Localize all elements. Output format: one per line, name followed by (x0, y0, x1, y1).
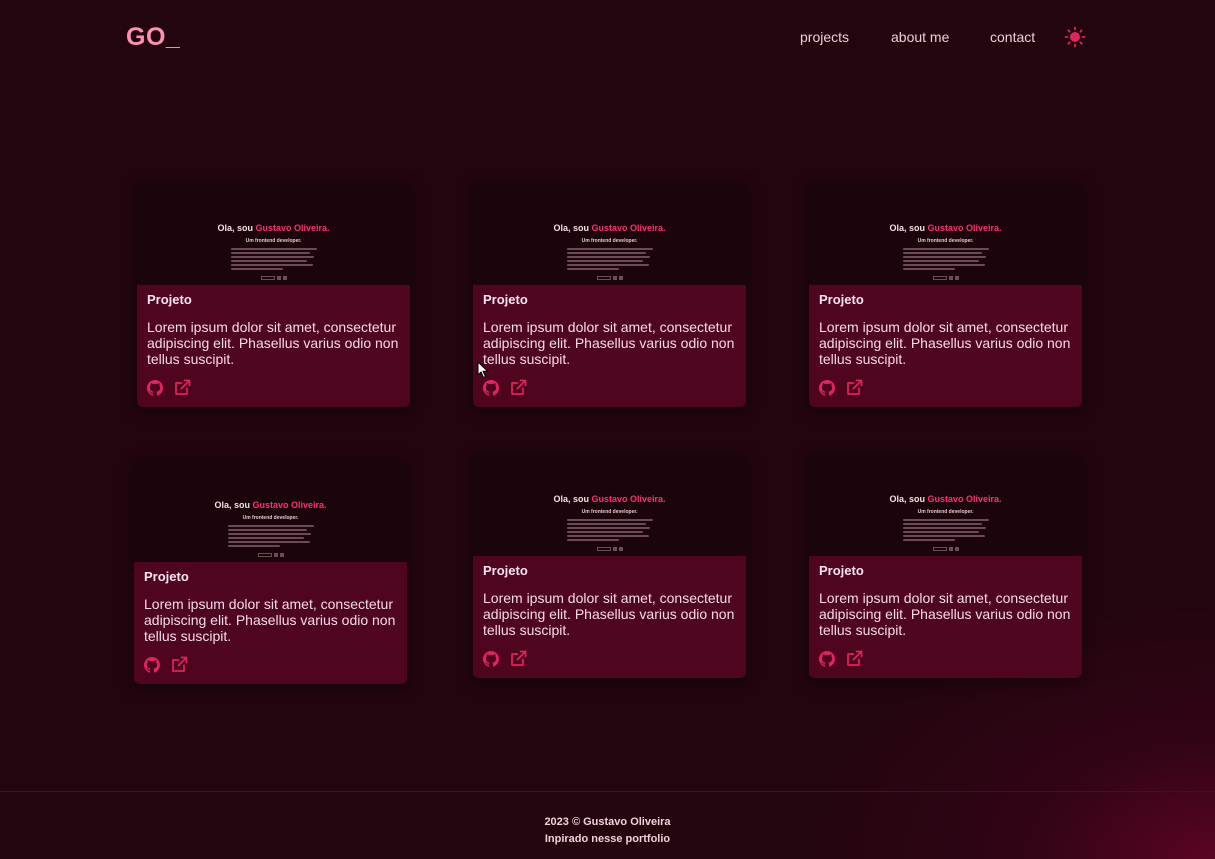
external-link-icon[interactable] (846, 379, 863, 396)
thumbnail-text-lines (567, 248, 653, 272)
thumbnail-buttons (258, 553, 288, 557)
site-header: GO_ projects about me contact (0, 0, 1215, 76)
project-card[interactable]: Ola, sou Gustavo Oliveira. Um frontend d… (473, 181, 746, 407)
github-icon[interactable] (483, 651, 499, 667)
project-card[interactable]: Ola, sou Gustavo Oliveira. Um frontend d… (473, 452, 746, 678)
project-description: Lorem ipsum dolor sit amet, consectetur … (147, 319, 399, 367)
site-footer: 2023 © Gustavo Oliveira Inpirado nesse p… (0, 791, 1215, 859)
project-title: Projeto (819, 563, 864, 578)
project-description: Lorem ipsum dolor sit amet, consectetur … (144, 596, 396, 644)
site-logo[interactable]: GO_ (126, 23, 180, 52)
project-title: Projeto (144, 569, 189, 584)
project-thumbnail[interactable]: Ola, sou Gustavo Oliveira. Um frontend d… (809, 181, 1082, 285)
nav-contact-link[interactable]: contact (990, 29, 1035, 45)
thumbnail-subtitle: Um frontend developer. (242, 515, 299, 521)
project-thumbnail[interactable]: Ola, sou Gustavo Oliveira. Um frontend d… (137, 181, 410, 285)
thumbnail-greeting: Ola, sou (553, 223, 589, 233)
project-description: Lorem ipsum dolor sit amet, consectetur … (483, 319, 735, 367)
project-title: Projeto (483, 292, 528, 307)
thumbnail-greeting: Ola, sou (889, 494, 925, 504)
project-description: Lorem ipsum dolor sit amet, consectetur … (483, 590, 735, 638)
thumbnail-name: Gustavo Oliveira. (252, 500, 327, 510)
external-link-icon[interactable] (510, 650, 527, 667)
thumbnail-name: Gustavo Oliveira. (927, 223, 1002, 233)
thumbnail-heading: Ola, sou Gustavo Oliveira. (134, 500, 407, 510)
thumbnail-subtitle: Um frontend developer. (581, 509, 638, 515)
external-link-icon[interactable] (171, 656, 188, 673)
thumbnail-heading: Ola, sou Gustavo Oliveira. (473, 223, 746, 233)
thumbnail-text-lines (228, 525, 314, 549)
thumbnail-subtitle: Um frontend developer. (917, 238, 974, 244)
thumbnail-buttons (933, 276, 963, 280)
thumbnail-text-lines (231, 248, 317, 272)
github-icon[interactable] (144, 657, 160, 673)
thumbnail-name: Gustavo Oliveira. (591, 494, 666, 504)
project-thumbnail[interactable]: Ola, sou Gustavo Oliveira. Um frontend d… (473, 181, 746, 285)
github-icon[interactable] (819, 651, 835, 667)
nav-about-link[interactable]: about me (891, 29, 949, 45)
thumbnail-greeting: Ola, sou (889, 223, 925, 233)
project-title: Projeto (147, 292, 192, 307)
footer-credit-link[interactable]: Inpirado nesse portfolio (0, 833, 1215, 845)
thumbnail-name: Gustavo Oliveira. (927, 494, 1002, 504)
thumbnail-buttons (261, 276, 291, 280)
external-link-icon[interactable] (174, 379, 191, 396)
project-description: Lorem ipsum dolor sit amet, consectetur … (819, 319, 1071, 367)
github-icon[interactable] (483, 380, 499, 396)
thumbnail-name: Gustavo Oliveira. (255, 223, 330, 233)
thumbnail-subtitle: Um frontend developer. (917, 509, 974, 515)
mouse-cursor-icon (477, 361, 488, 378)
project-card[interactable]: Ola, sou Gustavo Oliveira. Um frontend d… (809, 452, 1082, 678)
thumbnail-subtitle: Um frontend developer. (245, 238, 302, 244)
project-thumbnail[interactable]: Ola, sou Gustavo Oliveira. Um frontend d… (134, 458, 407, 562)
thumbnail-greeting: Ola, sou (214, 500, 250, 510)
project-title: Projeto (819, 292, 864, 307)
sun-icon[interactable] (1064, 26, 1086, 48)
project-thumbnail[interactable]: Ola, sou Gustavo Oliveira. Um frontend d… (809, 452, 1082, 556)
thumbnail-heading: Ola, sou Gustavo Oliveira. (809, 494, 1082, 504)
thumbnail-buttons (597, 276, 627, 280)
project-description: Lorem ipsum dolor sit amet, consectetur … (819, 590, 1071, 638)
thumbnail-text-lines (567, 519, 653, 543)
external-link-icon[interactable] (510, 379, 527, 396)
thumbnail-text-lines (903, 519, 989, 543)
thumbnail-greeting: Ola, sou (553, 494, 589, 504)
thumbnail-buttons (597, 547, 627, 551)
project-title: Projeto (483, 563, 528, 578)
project-card[interactable]: Ola, sou Gustavo Oliveira. Um frontend d… (134, 458, 407, 684)
thumbnail-heading: Ola, sou Gustavo Oliveira. (809, 223, 1082, 233)
github-icon[interactable] (819, 380, 835, 396)
thumbnail-name: Gustavo Oliveira. (591, 223, 666, 233)
thumbnail-buttons (933, 547, 963, 551)
project-card[interactable]: Ola, sou Gustavo Oliveira. Um frontend d… (809, 181, 1082, 407)
thumbnail-heading: Ola, sou Gustavo Oliveira. (137, 223, 410, 233)
project-thumbnail[interactable]: Ola, sou Gustavo Oliveira. Um frontend d… (473, 452, 746, 556)
github-icon[interactable] (147, 380, 163, 396)
external-link-icon[interactable] (846, 650, 863, 667)
nav-projects-link[interactable]: projects (800, 29, 849, 45)
thumbnail-subtitle: Um frontend developer. (581, 238, 638, 244)
footer-copyright: 2023 © Gustavo Oliveira (544, 816, 671, 828)
project-card[interactable]: Ola, sou Gustavo Oliveira. Um frontend d… (137, 181, 410, 407)
thumbnail-text-lines (903, 248, 989, 272)
thumbnail-greeting: Ola, sou (217, 223, 253, 233)
thumbnail-heading: Ola, sou Gustavo Oliveira. (473, 494, 746, 504)
